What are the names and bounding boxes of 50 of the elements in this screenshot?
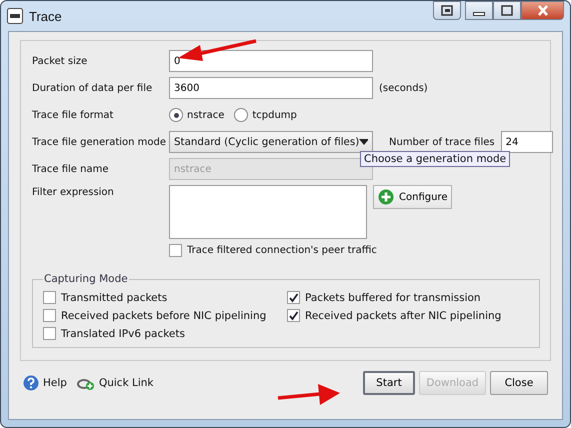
checkbox[interactable] xyxy=(43,291,56,304)
radio-label: tcpdump xyxy=(252,110,297,120)
close-icon xyxy=(536,5,548,16)
group-title: Capturing Mode xyxy=(43,273,129,285)
checkbox-label: Transmitted packets xyxy=(61,292,168,304)
maximize-button[interactable] xyxy=(493,1,521,20)
maximize-icon xyxy=(501,5,513,16)
minimize-button[interactable] xyxy=(465,1,493,20)
caret-icon xyxy=(359,139,368,145)
field-label: Trace file format xyxy=(32,110,114,120)
mode-dropdown[interactable]: Standard (Cyclic generation of files) xyxy=(169,131,373,153)
text-field[interactable]: 3600 xyxy=(169,77,373,99)
checkbox[interactable] xyxy=(43,327,56,340)
field-label: Duration of data per file xyxy=(32,82,154,94)
checkbox-label: Received packets after NIC pipelining xyxy=(305,310,502,322)
field-label: Number of trace files xyxy=(389,136,495,148)
checkbox[interactable] xyxy=(43,309,56,322)
minimize-icon xyxy=(473,12,485,16)
window-title: Trace xyxy=(29,8,62,24)
radio-label: nstrace xyxy=(187,110,224,120)
checkbox[interactable] xyxy=(287,309,300,322)
radio-button[interactable] xyxy=(169,108,183,122)
checkbox-label: Trace filtered connection's peer traffic xyxy=(187,245,377,256)
text-field[interactable]: 0 xyxy=(169,50,373,72)
dialog-button[interactable]: Close xyxy=(490,371,548,395)
filter-textarea[interactable] xyxy=(169,185,367,239)
field-label: Filter expression xyxy=(32,186,115,198)
help-link[interactable]: Help xyxy=(23,375,67,391)
field-label: Trace file generation mode xyxy=(32,136,168,148)
close-button[interactable] xyxy=(521,1,564,20)
help-icon xyxy=(23,375,39,391)
tooltip: Choose a generation mode xyxy=(360,151,510,167)
arrow-annotation xyxy=(276,383,342,407)
plus-icon xyxy=(378,189,394,205)
checkbox[interactable] xyxy=(169,244,182,257)
checkbox-label: Translated IPv6 packets xyxy=(61,328,185,340)
text-field[interactable]: 24 xyxy=(500,131,553,153)
field-label: Packet size xyxy=(32,56,88,66)
unit-label: (seconds) xyxy=(379,82,428,94)
restore-button[interactable] xyxy=(433,1,461,20)
checkbox[interactable] xyxy=(287,291,300,304)
checkbox-label: Received packets before NIC pipelining xyxy=(61,310,266,322)
field-label: Trace file name xyxy=(32,164,110,174)
app-icon xyxy=(7,8,23,24)
checkbox-label: Packets buffered for transmission xyxy=(305,292,481,304)
window-icon xyxy=(441,5,453,16)
dialog-button[interactable]: Start xyxy=(363,371,415,395)
configure-button[interactable]: Configure xyxy=(373,185,452,209)
radio-button[interactable] xyxy=(234,108,248,122)
quick-link[interactable]: Quick Link xyxy=(76,375,154,391)
